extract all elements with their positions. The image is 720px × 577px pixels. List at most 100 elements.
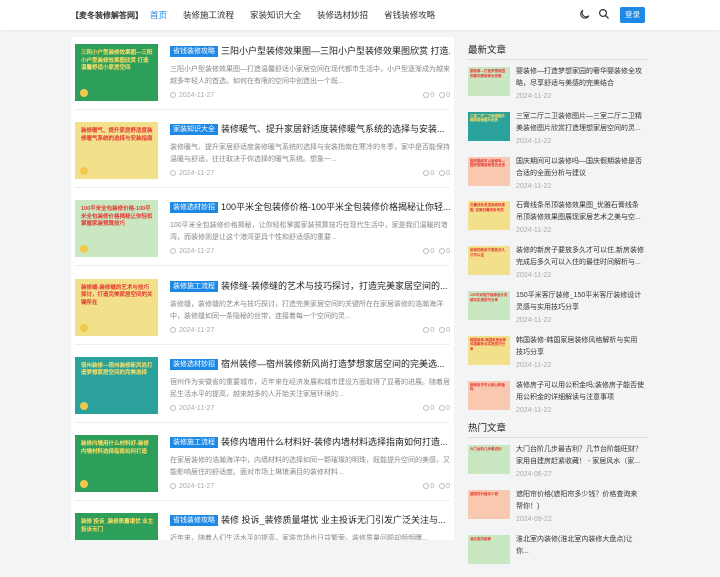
post-title[interactable]: 装修施工流程 装修缝-装修缝的艺术与技巧探讨，打造完美家居空间的... — [170, 279, 450, 293]
sidebar-post-item[interactable]: 婴装修—打造梦想家园的奢华婴装修全攻略 婴装修—打造梦想家园的奢华婴装修全攻略，尽… — [468, 65, 648, 109]
post-excerpt: 近年来，随着人们生活水平的提高，家装市场也日益繁荣。装修质量问题却频频曝... — [170, 535, 428, 540]
sidebar-post-item[interactable]: 装修房子可以用公积金吗 装修房子可以用公积金吗;装修房子能否使用公积金的详细解读与… — [468, 379, 648, 423]
nav-home-knowledge[interactable]: 家装知识大全 — [242, 0, 309, 30]
post-card[interactable]: 三阳小户型装修效果图—三阳小户型装修效果图欣赏 打造温馨舒适小家居空间 省钱装修攻… — [71, 39, 454, 117]
category-badge[interactable]: 家装知识大全 — [170, 124, 218, 136]
post-title-text[interactable]: 装修内墙用什么材料好-装修内墙材料选择指南如何打造... — [221, 437, 448, 447]
post-card[interactable]: 100平米全包装修价格-100平米全包装修价格揭秘让你轻松掌握家装预算技巧 装修选… — [71, 195, 454, 273]
sidebar-post-date: 2024-11-22 — [516, 182, 552, 190]
post-excerpt: 在家居装修的浩瀚海洋中，内墙材料的选择如同一颗璀璨的明珠，既能提升空间的美感，又… — [170, 457, 450, 476]
sidebar-thumbnail[interactable]: 三室二厅二卫装修图片精美装修图片欣赏 — [468, 111, 510, 141]
post-title[interactable]: 装修选材妙招 宿州装修—宿州装修新风尚打造梦想家居空间的完美选... — [170, 357, 450, 371]
post-stats: 00 — [418, 248, 450, 255]
sidebar-post-title[interactable]: 婴装修—打造梦想家园的奢华婴装修全攻略，尽享舒适与美感的完美结合 — [516, 66, 644, 90]
sidebar-post-item[interactable]: 大门台阶几步最吉利 大门台阶几步最吉利？几节台阶能旺财？家用自建房赶紧收藏！ - … — [468, 443, 648, 487]
sidebar-thumbnail[interactable]: 石膏线条吊顶装修效果图_优雅石膏线条吊顶 — [468, 201, 510, 231]
view-count: 0 — [439, 248, 450, 255]
sidebar-thumbnail[interactable]: 婴装修—打造梦想家园的奢华婴装修全攻略 — [468, 67, 510, 96]
category-badge[interactable]: 装修选材妙招 — [170, 202, 218, 214]
post-stats: 00 — [418, 326, 450, 334]
sidebar-post-title[interactable]: 大门台阶几步最吉利？几节台阶能旺财？家用自建房赶紧收藏！ - 家居风水（家... — [516, 444, 644, 468]
sidebar-post-title[interactable]: 石膏线条吊顶装修效果图_优雅石膏线条吊顶装修效果图展现家居艺术之美与空... — [516, 200, 644, 224]
sidebar-post-item[interactable]: 石膏线条吊顶装修效果图_优雅石膏线条吊顶 石膏线条吊顶装修效果图_优雅石膏线条吊顶… — [468, 199, 648, 243]
sidebar-post-title[interactable]: 淮北室内装修(淮北室内装修大盘点)让你... — [516, 534, 644, 558]
thumbnail-text: 装修 投诉_装修质量堪忧 业主投诉无门 — [81, 519, 154, 533]
post-card[interactable]: 宿州装修—宿州装修新风尚打造梦想家居空间的完美选择 装修选材妙招 宿州装修—宿州装修… — [71, 352, 454, 430]
sidebar-thumbnail[interactable]: 韩国装修-韩国家居装修风格解析与实用技巧分享 — [468, 335, 510, 365]
sidebar-thumbnail[interactable]: 淮北室内装修 — [468, 534, 510, 564]
post-card[interactable]: 装修内墙用什么材料好-装修内墙材料选择指南如何打造 装修施工流程 装修内墙用什么材料… — [71, 430, 454, 508]
category-badge[interactable]: 装修施工流程 — [170, 437, 218, 448]
sidebar-post-title[interactable]: 遮阳帘价格(遮阳帘多少钱？价格查询来帮你！) — [516, 489, 644, 513]
post-title-text[interactable]: 装修缝-装修缝的艺术与技巧探讨，打造完美家居空间的... — [221, 281, 448, 291]
post-thumbnail[interactable]: 宿州装修—宿州装修新风尚打造梦想家居空间的完美选择 — [75, 356, 158, 414]
sidebar-post-title[interactable]: 三室二厅二卫装修图片—三室二厅二卫精美装修图片欣赏打造理想家居空间的灵... — [516, 111, 644, 135]
post-title[interactable]: 装修选材妙招 100平米全包装修价格-100平米全包装修价格揭秘让你轻... — [170, 200, 450, 214]
sidebar-post-date: 2024-09-22 — [516, 515, 552, 523]
sidebar-post-title[interactable]: 韩国装修-韩国家居装修风格解析与实用技巧分享 — [516, 335, 644, 359]
sidebar-post-title[interactable]: 装修房子可以用公积金吗;装修房子能否使用公积金的详细解读与注意事项 — [516, 380, 644, 404]
post-title-text[interactable]: 装修 投诉_装修质量堪忧 业主投诉无门引发广泛关注与... — [221, 515, 446, 525]
post-stats: 00 — [418, 170, 450, 177]
thumbnail-badge-icon — [80, 480, 88, 488]
search-icon[interactable] — [598, 8, 610, 20]
sidebar-thumbnail[interactable]: 大门台阶几步最吉利 — [468, 445, 510, 474]
post-thumbnail[interactable]: 装修 投诉_装修质量堪忧 业主投诉无门 — [75, 513, 158, 540]
post-thumbnail[interactable]: 三阳小户型装修效果图—三阳小户型装修效果图欣赏 打造温馨舒适小家居空间 — [75, 44, 158, 101]
sidebar-post-date: 2024-11-22 — [516, 93, 552, 100]
post-title-text[interactable]: 三阳小户型装修效果图—三阳小户型装修效果图欣赏 打造... — [221, 46, 450, 56]
sidebar-post-item[interactable]: 装修的新房子要放多久才可以住 装修的新房子要放多久才可以住,新房装修完成后多久可以… — [468, 244, 648, 288]
sidebar-post-item[interactable]: 150平米客厅装修设计灵感与实用技巧分享 150平米客厅装修_150平米客厅装修设… — [468, 289, 648, 333]
category-badge[interactable]: 装修施工流程 — [170, 280, 218, 292]
site-logo[interactable]: 【麦冬装修解答网】 — [71, 10, 143, 21]
sidebar-post-date: 2024-11-22 — [516, 272, 552, 280]
login-button[interactable]: 登录 — [620, 7, 645, 23]
eye-icon — [439, 404, 446, 411]
post-card[interactable]: 装修暖气、提升家居舒适度装修暖气系统的选择与安装指南 家装知识大全 装修暖气、提升家… — [71, 117, 454, 195]
post-excerpt: 100平米全包装修价格揭秘，让你轻松掌握家装预算技巧在现代生活中，家是我们温暖的… — [170, 222, 448, 242]
post-thumbnail[interactable]: 装修内墙用什么材料好-装修内墙材料选择指南如何打造 — [75, 435, 158, 492]
post-thumbnail[interactable]: 装修缝-装修缝的艺术与技巧探讨，打造完美家居空间的关键所在 — [75, 278, 158, 336]
top-header: 【麦冬装修解答网】 首页 装修施工流程 家装知识大全 装修选材妙招 省钱装修攻略… — [0, 0, 720, 30]
sidebar-thumbnail[interactable]: 装修房子可以用公积金吗 — [468, 380, 510, 410]
post-date: 2024-11-27 — [170, 170, 214, 177]
sidebar-thumbnail[interactable]: 遮阳帘价格多少钱 — [468, 489, 510, 519]
view-count: 0 — [439, 404, 450, 412]
sidebar-post-item[interactable]: 遮阳帘价格多少钱 遮阳帘价格(遮阳帘多少钱？价格查询来帮你！) 2024-09-22 — [468, 488, 648, 532]
post-card[interactable]: 装修 投诉_装修质量堪忧 业主投诉无门 省钱装修攻略 装修 投诉_装修质量堪忧 业主… — [71, 508, 454, 540]
post-title-text[interactable]: 装修暖气、提升家居舒适度装修暖气系统的选择与安装... — [221, 124, 445, 134]
category-badge[interactable]: 装修选材妙招 — [170, 358, 218, 370]
nav-budget-guide[interactable]: 省钱装修攻略 — [376, 0, 443, 30]
divider — [75, 421, 450, 423]
clock-icon — [170, 404, 176, 411]
sidebar-thumbnail[interactable]: 国庆期间可以装修吗—国庆假期装修是否合适 — [468, 156, 510, 186]
category-badge[interactable]: 省钱装修攻略 — [170, 46, 218, 57]
post-date-text: 2024-11-27 — [179, 483, 215, 490]
sidebar-post-item[interactable]: 淮北室内装修 淮北室内装修(淮北室内装修大盘点)让你... — [468, 533, 648, 577]
sidebar-post-title[interactable]: 装修的新房子要放多久才可以住,新房装修完成后多久可以入住的最佳时间解析与... — [516, 245, 644, 269]
post-title[interactable]: 家装知识大全 装修暖气、提升家居舒适度装修暖气系统的选择与安装... — [170, 122, 450, 136]
sidebar-post-item[interactable]: 国庆期间可以装修吗—国庆假期装修是否合适 国庆期间可以装修吗—国庆假期装修是否合适… — [468, 155, 648, 199]
nav-construction-process[interactable]: 装修施工流程 — [175, 0, 242, 30]
sidebar-post-item[interactable]: 三室二厅二卫装修图片精美装修图片欣赏 三室二厅二卫装修图片—三室二厅二卫精美装修图… — [468, 110, 648, 154]
sidebar-thumbnail[interactable]: 装修的新房子要放多久才可以住 — [468, 246, 510, 276]
thumbnail-text: 装修内墙用什么材料好-装修内墙材料选择指南如何打造 — [81, 441, 149, 455]
dark-mode-moon-icon[interactable] — [579, 8, 591, 20]
sidebar-post-title[interactable]: 国庆期间可以装修吗—国庆假期装修是否合适的全面分析与建议 — [516, 156, 644, 180]
post-title[interactable]: 省钱装修攻略 装修 投诉_装修质量堪忧 业主投诉无门引发广泛关注与... — [170, 513, 450, 527]
post-title[interactable]: 省钱装修攻略 三阳小户型装修效果图—三阳小户型装修效果图欣赏 打造... — [170, 44, 450, 58]
clock-icon — [170, 483, 176, 489]
nav-home[interactable]: 首页 — [142, 0, 175, 30]
sidebar-thumbnail[interactable]: 150平米客厅装修设计灵感与实用技巧分享 — [468, 291, 510, 320]
sidebar-post-date: 2024-11-22 — [516, 137, 552, 145]
post-title-text[interactable]: 100平米全包装修价格-100平米全包装修价格揭秘让你轻... — [221, 202, 450, 212]
nav-material-tips[interactable]: 装修选材妙招 — [309, 0, 376, 30]
sidebar-post-title[interactable]: 150平米客厅装修_150平米客厅装修设计灵感与实用技巧分享 — [516, 290, 644, 314]
post-card[interactable]: 装修缝-装修缝的艺术与技巧探讨，打造完美家居空间的关键所在 装修施工流程 装修缝-装… — [71, 274, 454, 352]
post-title-text[interactable]: 宿州装修—宿州装修新风尚打造梦想家居空间的完美选... — [221, 359, 445, 369]
category-badge[interactable]: 省钱装修攻略 — [170, 515, 218, 527]
sidebar-post-item[interactable]: 韩国装修-韩国家居装修风格解析与实用技巧分享 韩国装修-韩国家居装修风格解析与实用… — [468, 334, 648, 378]
post-title[interactable]: 装修施工流程 装修内墙用什么材料好-装修内墙材料选择指南如何打造... — [170, 435, 450, 449]
post-thumbnail[interactable]: 装修暖气、提升家居舒适度装修暖气系统的选择与安装指南 — [75, 122, 158, 180]
post-thumbnail[interactable]: 100平米全包装修价格-100平米全包装修价格揭秘让你轻松掌握家装预算技巧 — [75, 200, 158, 258]
